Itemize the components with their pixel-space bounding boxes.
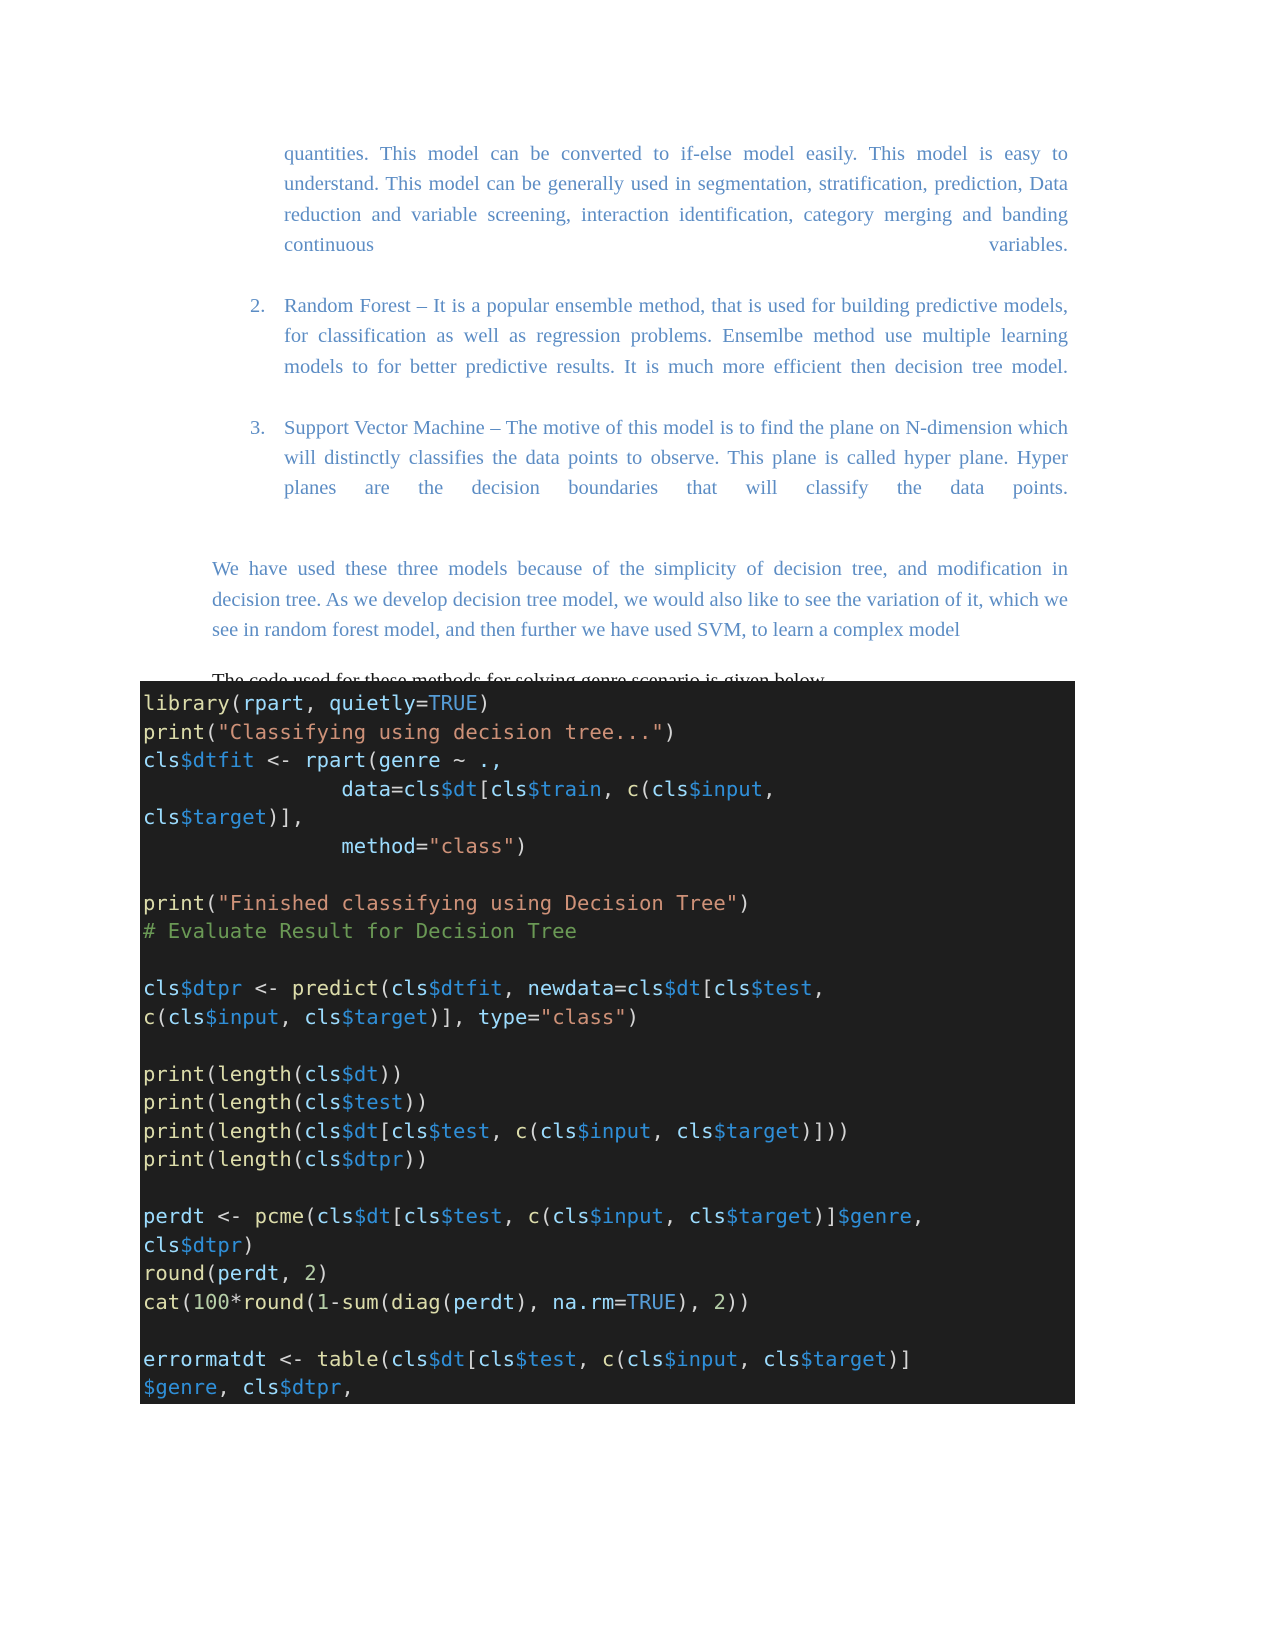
- list-item-number: 2.: [250, 295, 266, 318]
- code-line: print(length(cls$dt[cls$test, c(cls$inpu…: [143, 1118, 850, 1143]
- code-block: library(rpart, quietly=TRUE) print("Class…: [140, 681, 1075, 1404]
- list-item: 2. Random Forest – It is a popular ensem…: [212, 291, 1068, 413]
- list-item-text: Support Vector Machine – The motive of t…: [284, 416, 1068, 500]
- code-line: cls$target)],: [143, 805, 305, 829]
- code-line: c(cls$input, cls$target)], type="class"): [143, 1004, 640, 1029]
- code-line: round(perdt, 2): [143, 1261, 330, 1285]
- code-line: cls$dtfit <- rpart(genre ~ .,: [143, 748, 503, 772]
- list-item-text: Random Forest – It is a popular ensemble…: [284, 295, 1068, 378]
- list-item-continuation-text: quantities. This model can be converted …: [284, 143, 1068, 257]
- code-line: library(rpart, quietly=TRUE): [143, 691, 491, 715]
- code-line: $genre, cls$dtpr,: [143, 1375, 354, 1399]
- code-line: perdt <- pcme(cls$dt[cls$test, c(cls$inp…: [143, 1204, 925, 1228]
- code-line: errormatdt <- table(cls$dt[cls$test, c(c…: [143, 1346, 912, 1371]
- code-line: # Evaluate Result for Decision Tree: [143, 919, 577, 943]
- summary-paragraph: We have used these three models because …: [212, 558, 1068, 642]
- list-item-number: 3.: [250, 416, 266, 439]
- list-item-continuation: quantities. This model can be converted …: [212, 139, 1068, 291]
- code-line: data=cls$dt[cls$train, c(cls$input,: [341, 776, 776, 801]
- document-page: quantities. This model can be converted …: [0, 0, 1275, 1651]
- code-line: print(length(cls$test)): [143, 1090, 429, 1114]
- code-line: print(length(cls$dt)): [143, 1061, 404, 1086]
- code-line: method="class"): [341, 833, 528, 858]
- code-line: cls$dtpr <- predict(cls$dtfit, newdata=c…: [143, 976, 826, 1000]
- code-content: library(rpart, quietly=TRUE) print("Class…: [143, 689, 1075, 1402]
- numbered-list: quantities. This model can be converted …: [212, 139, 1068, 534]
- list-item: 3. Support Vector Machine – The motive o…: [212, 413, 1068, 535]
- code-line: cat(100*round(1-sum(diag(perdt), na.rm=T…: [143, 1289, 751, 1314]
- document-body: quantities. This model can be converted …: [212, 139, 1068, 696]
- code-line: print(length(cls$dtpr)): [143, 1147, 429, 1171]
- code-line: print("Finished classifying using Decisi…: [143, 890, 751, 915]
- code-line: print("Classifying using decision tree..…: [143, 719, 677, 744]
- code-line: cls$dtpr): [143, 1232, 255, 1257]
